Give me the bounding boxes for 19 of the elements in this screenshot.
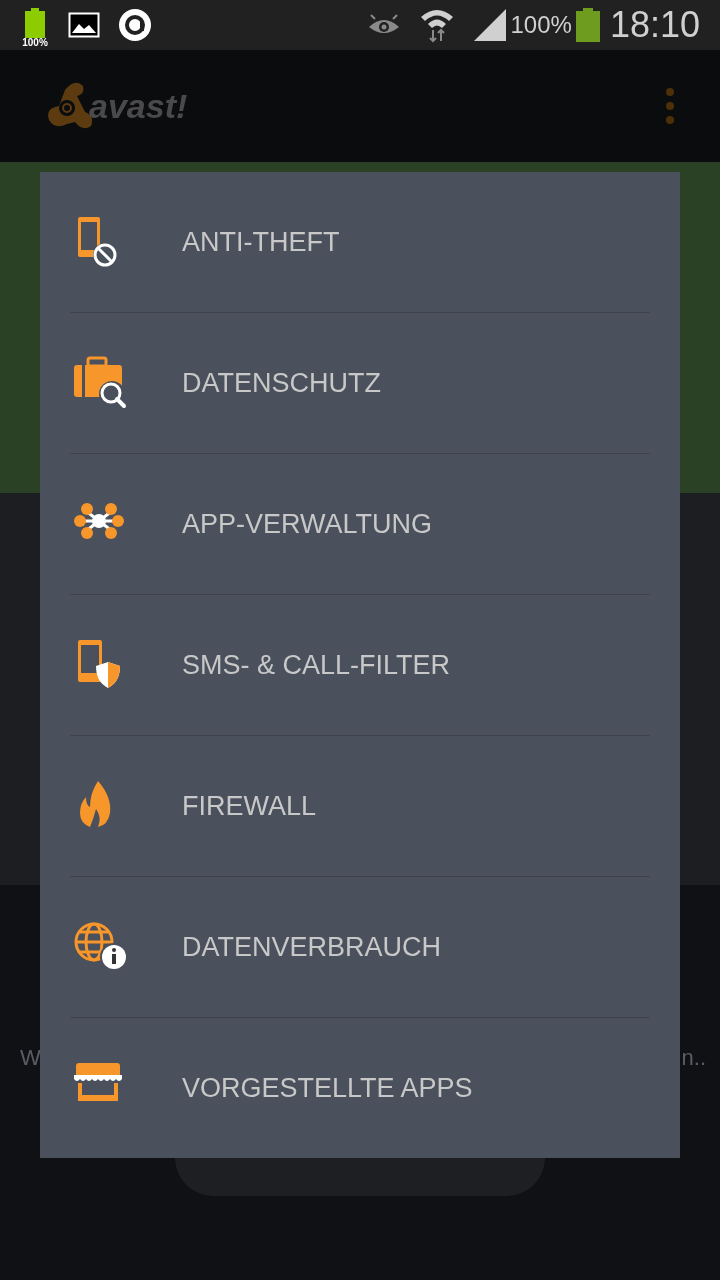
description-text: W [20,1044,41,1072]
menu-item[interactable]: DATENVERBRAUCH [70,877,650,1017]
description-text: n.. [681,1044,706,1072]
clock: 18:10 [609,3,700,47]
logo-text: avast! [89,85,188,127]
battery-level-text: 100% [21,38,49,48]
menu-item[interactable]: ANTI-THEFT [70,172,650,312]
image-icon [68,12,100,38]
menu-item[interactable]: SMS- & CALL-FILTER [70,595,650,735]
battery-percentage: 100% [510,10,572,40]
signal-icon [472,8,507,42]
menu-item[interactable]: APP-VERWALTUNG [70,454,650,594]
menu-item[interactable]: DATENSCHUTZ [70,313,650,453]
app-logo-icon [118,8,152,42]
briefcase-search-icon [72,356,128,410]
menu-item[interactable]: VORGESTELLTE APPS [70,1018,650,1158]
menu-item[interactable]: FIREWALL [70,736,650,876]
battery-icon [575,8,600,42]
overflow-menu-icon[interactable] [665,87,675,125]
